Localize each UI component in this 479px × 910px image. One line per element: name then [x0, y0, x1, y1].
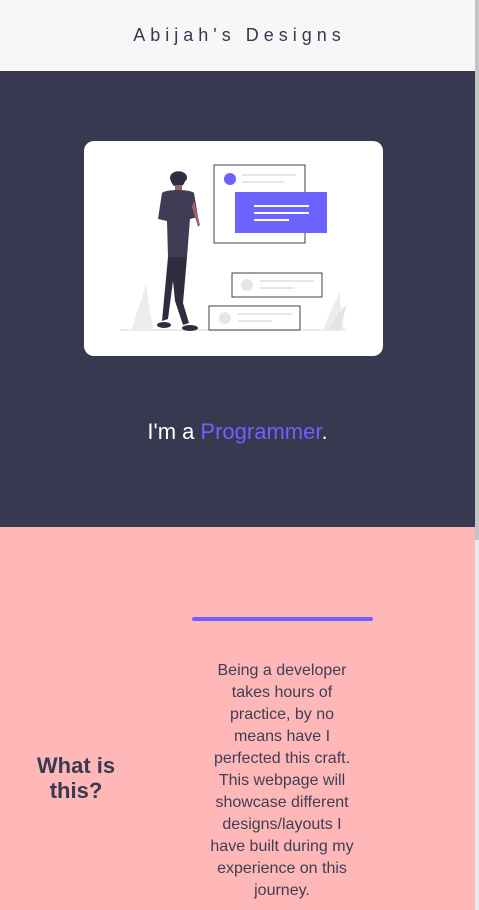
- about-heading: What is this?: [36, 753, 116, 803]
- page: Abijah's Designs I'm a Programmer. What …: [0, 0, 475, 910]
- person-viewing-content-illustration: [120, 164, 346, 331]
- tagline-suffix: .: [321, 419, 328, 444]
- site-header: Abijah's Designs: [0, 0, 475, 71]
- page-scrollbar[interactable]: [475, 0, 479, 910]
- about-section: What is this? Being a developer takes ho…: [0, 527, 475, 910]
- hero-illustration-card: [84, 141, 383, 356]
- hero-tagline: I'm a Programmer.: [0, 419, 475, 445]
- brand-title[interactable]: Abijah's Designs: [129, 25, 346, 46]
- scrollbar-thumb[interactable]: [475, 0, 479, 540]
- accent-divider: [192, 617, 373, 621]
- about-body: Being a developer takes hours of practic…: [210, 662, 354, 899]
- hero-section: I'm a Programmer.: [0, 71, 475, 527]
- tagline-prefix: I'm a: [147, 419, 195, 444]
- tagline-role: Programmer: [200, 419, 322, 444]
